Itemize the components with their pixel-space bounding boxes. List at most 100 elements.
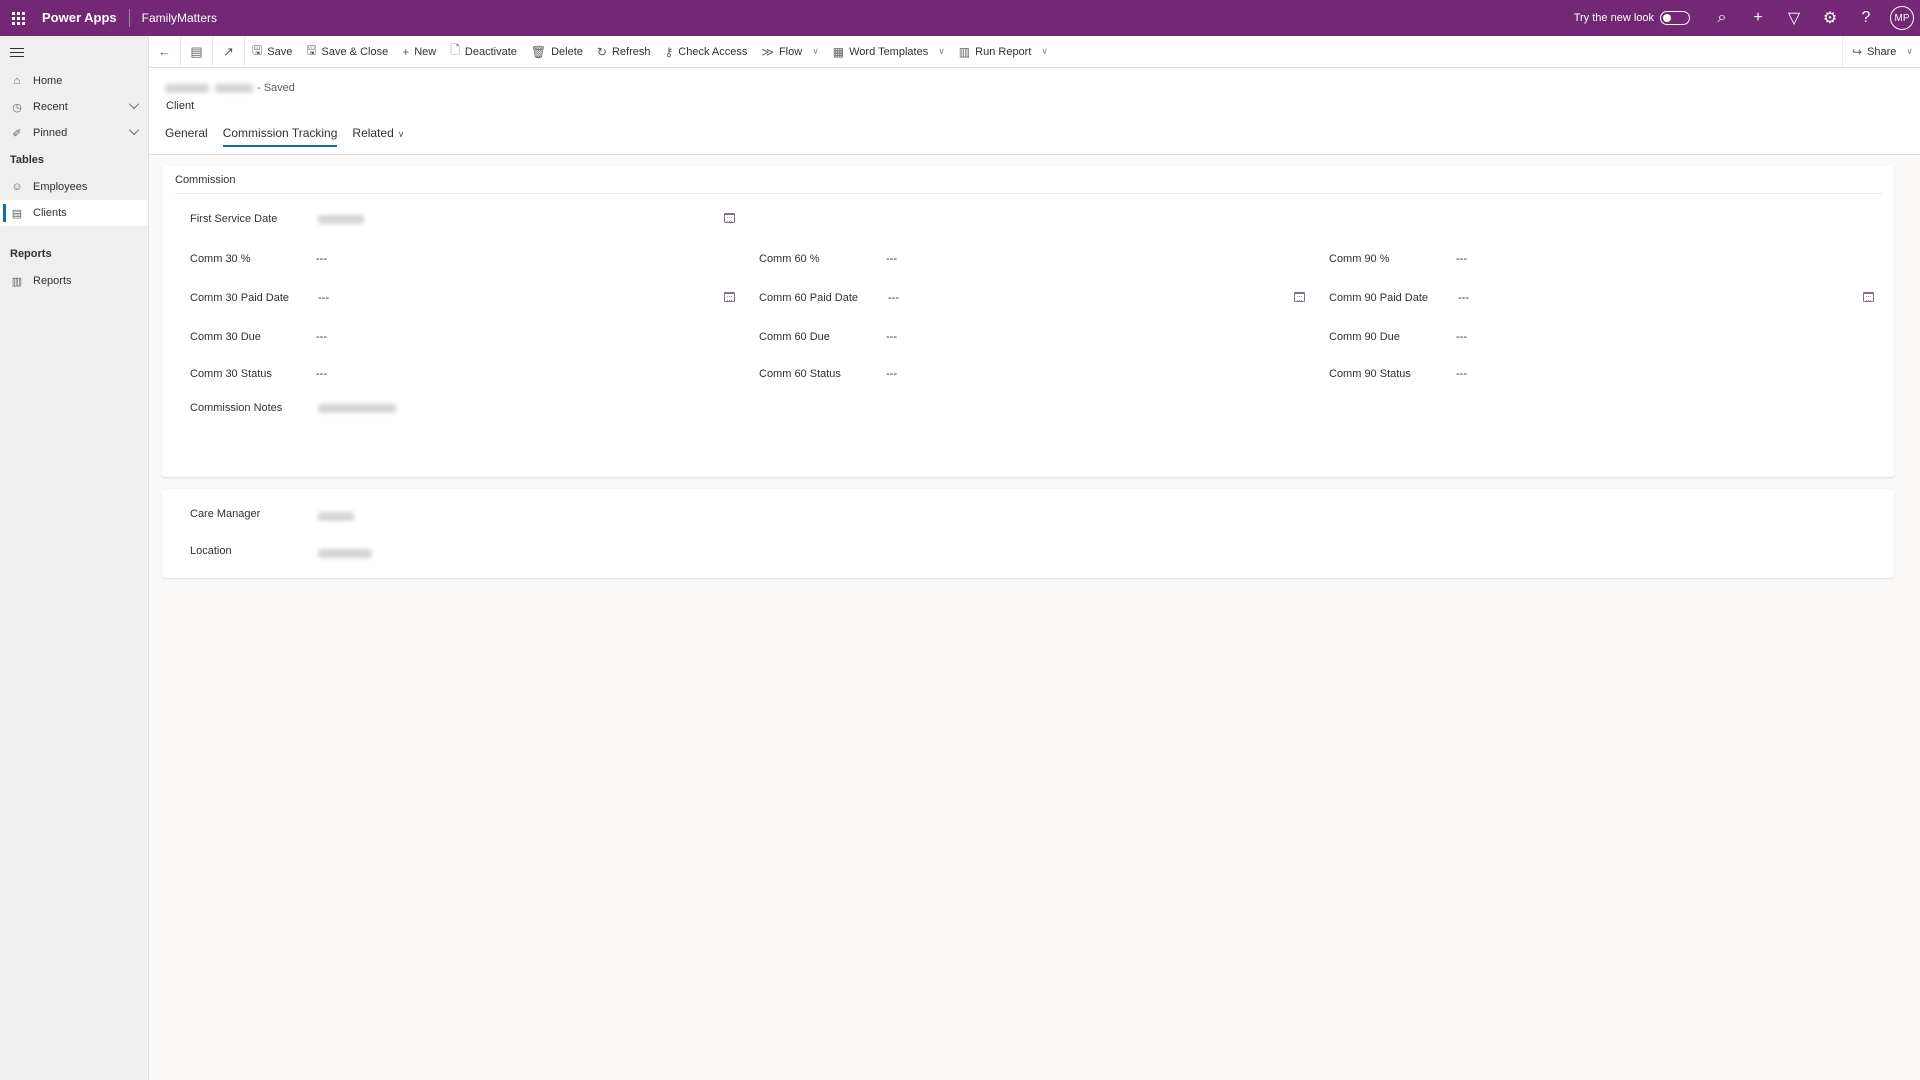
- tab-label: Related: [352, 126, 394, 140]
- calendar-icon[interactable]: [1294, 292, 1305, 302]
- record-type: Client: [166, 100, 195, 112]
- tab-commission-tracking[interactable]: Commission Tracking: [222, 124, 337, 152]
- tab-label: General: [165, 126, 208, 140]
- comm-30-paid-date-label: Comm 30 Paid Date: [190, 292, 290, 304]
- open-new-window-button[interactable]: ↗: [213, 35, 245, 68]
- gear-icon[interactable]: ⚙: [1812, 0, 1848, 36]
- commission-notes-label: Commission Notes: [190, 402, 283, 414]
- deactivate-icon: 🗋: [450, 43, 460, 57]
- sidebar-item-pinned[interactable]: ✐ Pinned: [0, 120, 148, 146]
- search-icon[interactable]: ⌕: [1704, 0, 1740, 36]
- comm-90-paid-date-field[interactable]: ---: [1458, 292, 1469, 304]
- location-field[interactable]: [318, 549, 372, 558]
- report-icon: ▥: [11, 275, 23, 288]
- tables-header: Tables: [10, 154, 45, 166]
- comm-30-due-label: Comm 30 Due: [190, 331, 261, 343]
- hamburger-icon: [10, 45, 24, 60]
- sidebar-item-clients[interactable]: ▤ Clients: [0, 200, 148, 226]
- calendar-icon[interactable]: [1863, 292, 1874, 302]
- tab-related[interactable]: Related ∨: [352, 124, 404, 152]
- save-button[interactable]: 🖫 Save: [245, 36, 299, 68]
- chevron-down-icon: ∨: [1041, 46, 1048, 56]
- comm-90-status-field[interactable]: ---: [1456, 368, 1467, 380]
- comm-60-status-field[interactable]: ---: [886, 368, 897, 380]
- comm-90-due-field[interactable]: ---: [1456, 331, 1467, 343]
- calendar-icon[interactable]: [724, 292, 735, 302]
- back-button[interactable]: ←: [149, 35, 181, 68]
- refresh-label: Refresh: [611, 45, 651, 58]
- command-bar: ← ▤ ↗ 🖫 Save 🖫 Save & Close + New 🗋 Deactiva…: [149, 35, 1920, 68]
- tab-general[interactable]: General: [165, 124, 208, 152]
- filter-icon[interactable]: ▽: [1776, 0, 1812, 36]
- save-close-icon: 🖫: [306, 43, 317, 57]
- form-tabs: General Commission Tracking Related ∨: [165, 124, 419, 152]
- word-templates-label: Word Templates: [849, 45, 929, 58]
- refresh-icon: ↻: [596, 44, 607, 59]
- comm-30-paid-date-field[interactable]: ---: [318, 292, 329, 304]
- commission-notes-field[interactable]: [318, 404, 396, 413]
- sidebar-item-home[interactable]: ⌂ Home: [0, 68, 148, 94]
- new-label: New: [414, 45, 437, 58]
- share-label: Share: [1867, 45, 1897, 58]
- document-icon: ▤: [190, 43, 203, 59]
- sidebar-item-reports[interactable]: ▥ Reports: [0, 268, 148, 294]
- chevron-down-icon[interactable]: [128, 98, 140, 110]
- word-templates-button[interactable]: ▦ Word Templates ∨: [826, 36, 952, 68]
- first-service-date-field[interactable]: [318, 215, 364, 224]
- comm-30-status-field[interactable]: ---: [316, 368, 327, 380]
- comm-90-due-label: Comm 90 Due: [1329, 331, 1400, 343]
- environment-name[interactable]: FamilyMatters: [130, 11, 217, 25]
- sidebar-item-recent[interactable]: ◷ Recent: [0, 94, 148, 120]
- comm-30-pct-field[interactable]: ---: [316, 253, 327, 265]
- comm-60-paid-date-label: Comm 60 Paid Date: [759, 292, 859, 304]
- comm-60-due-field[interactable]: ---: [886, 331, 897, 343]
- app-name[interactable]: Power Apps: [36, 9, 130, 27]
- deactivate-label: Deactivate: [464, 45, 517, 58]
- comm-90-pct-field[interactable]: ---: [1456, 253, 1467, 265]
- record-name-redacted: [215, 83, 253, 93]
- refresh-button[interactable]: ↻ Refresh: [590, 36, 658, 68]
- delete-button[interactable]: 🗑 Delete: [524, 36, 590, 68]
- sidebar-item-label: Home: [33, 75, 63, 87]
- report-icon: ▥: [958, 44, 971, 59]
- waffle-icon: [11, 11, 25, 25]
- deactivate-button[interactable]: 🗋 Deactivate: [443, 36, 524, 68]
- chevron-down-icon: ∨: [1906, 46, 1913, 56]
- record-title: - Saved: [165, 82, 295, 94]
- sidebar-item-label: Clients: [33, 207, 67, 219]
- avatar[interactable]: MP: [1890, 6, 1914, 30]
- first-service-date-label: First Service Date: [190, 213, 278, 225]
- run-report-label: Run Report: [975, 45, 1032, 58]
- new-button[interactable]: + New: [395, 36, 443, 68]
- chevron-down-icon[interactable]: [128, 124, 140, 136]
- comm-30-due-field[interactable]: ---: [316, 331, 327, 343]
- calendar-icon[interactable]: [724, 213, 735, 223]
- person-icon: ☺: [11, 181, 23, 193]
- new-look-toggle[interactable]: [1660, 11, 1690, 25]
- help-icon[interactable]: ?: [1848, 0, 1884, 36]
- record-name-redacted: [165, 83, 209, 93]
- chevron-down-icon: ∨: [397, 129, 405, 139]
- delete-label: Delete: [551, 45, 583, 58]
- word-template-icon: ▦: [832, 44, 845, 59]
- comm-60-pct-field[interactable]: ---: [886, 253, 897, 265]
- site-map-toggle[interactable]: [0, 36, 148, 68]
- care-manager-label: Care Manager: [190, 508, 261, 520]
- run-report-button[interactable]: ▥ Run Report ∨: [952, 36, 1055, 68]
- check-access-button[interactable]: ⚷ Check Access: [658, 36, 755, 68]
- app-launcher-button[interactable]: [0, 0, 36, 36]
- save-close-button[interactable]: 🖫 Save & Close: [299, 36, 395, 68]
- pop-out-icon: ↗: [223, 43, 234, 59]
- flow-button[interactable]: ≫ Flow ∨: [754, 36, 825, 68]
- plus-icon[interactable]: +: [1740, 0, 1776, 36]
- share-button[interactable]: ↪ Share ∨: [1841, 35, 1920, 68]
- comm-60-paid-date-field[interactable]: ---: [888, 292, 899, 304]
- sidebar-item-employees[interactable]: ☺ Employees: [0, 174, 148, 200]
- form-view-button[interactable]: ▤: [181, 35, 213, 68]
- comm-60-pct-label: Comm 60 %: [759, 253, 820, 265]
- chevron-down-icon: ∨: [938, 46, 945, 56]
- care-manager-field[interactable]: [318, 512, 354, 521]
- save-status: - Saved: [257, 82, 295, 94]
- try-new-look-label: Try the new look: [1573, 12, 1654, 24]
- save-icon: 🖫: [252, 43, 263, 57]
